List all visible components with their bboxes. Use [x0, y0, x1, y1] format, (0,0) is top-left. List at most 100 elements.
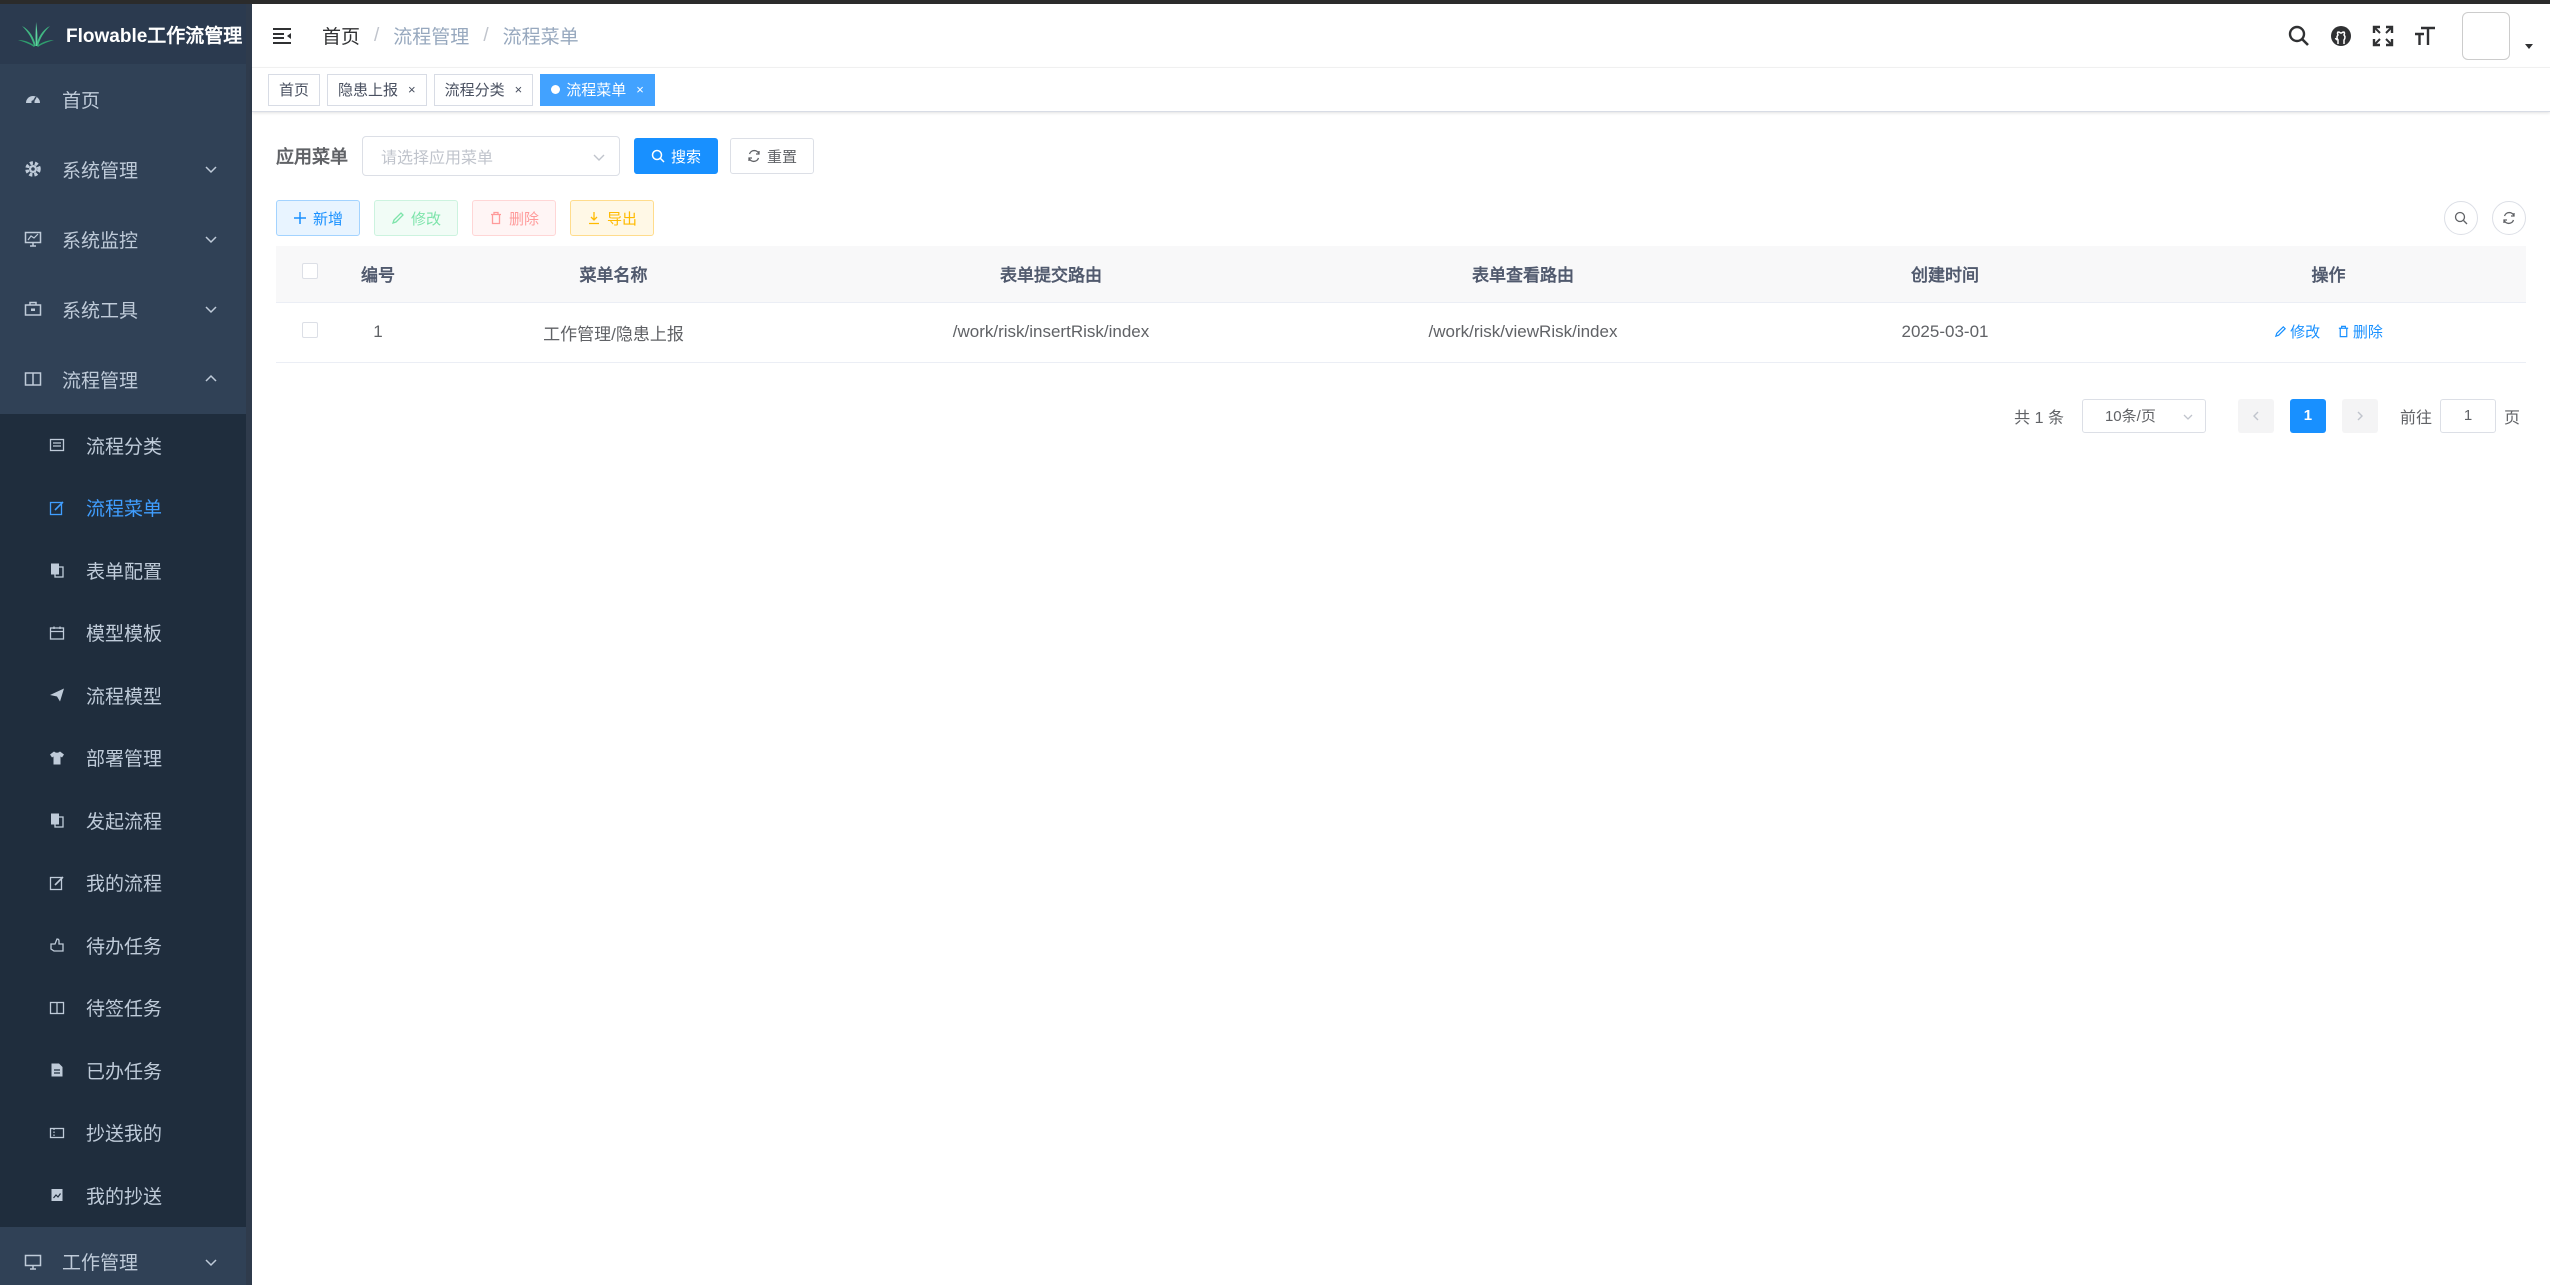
book-icon [48, 999, 66, 1017]
copy-icon [48, 811, 66, 829]
document-icon [48, 1061, 66, 1079]
sidebar: Flowable工作流管理 首页 系统管理 系统监控 系统工具 流程管理 流程分… [0, 4, 246, 1285]
tag-risk-report[interactable]: 隐患上报 × [327, 73, 427, 106]
row-edit-label: 修改 [2290, 324, 2321, 341]
sidebar-item-todo[interactable]: 待办任务 [0, 914, 246, 977]
table-row[interactable]: 1 工作管理/隐患上报 /work/risk/insertRisk/index … [276, 302, 2526, 363]
chevron-down-icon [205, 1258, 217, 1266]
prev-page-button[interactable] [2237, 398, 2274, 433]
sidebar-item-label: 发起流程 [86, 811, 163, 833]
tag-label: 流程分类 [444, 82, 505, 99]
sidebar-item-label: 流程模型 [86, 686, 163, 708]
reset-button-label: 重置 [767, 148, 798, 166]
close-icon[interactable]: × [636, 82, 644, 97]
caret-down-icon[interactable] [2524, 41, 2534, 51]
breadcrumb-home[interactable]: 首页 [322, 22, 360, 49]
sidebar-item-my-process[interactable]: 我的流程 [0, 852, 246, 915]
edit-button[interactable]: 修改 [374, 200, 459, 236]
refresh-button[interactable] [2492, 201, 2526, 235]
sidebar-item-start-process[interactable]: 发起流程 [0, 789, 246, 852]
logo[interactable]: Flowable工作流管理 [0, 4, 246, 64]
column-header: 操作 [2131, 246, 2526, 303]
sidebar-item-label: 系统监控 [62, 230, 139, 252]
table-header-row: 编号 菜单名称 表单提交路由 表单查看路由 创建时间 操作 [276, 246, 2526, 303]
avatar[interactable] [2462, 12, 2510, 60]
sidebar-item-label: 我的抄送 [86, 1186, 163, 1208]
export-button[interactable]: 导出 [570, 200, 655, 236]
reset-button[interactable]: 重置 [730, 138, 815, 174]
font-size-icon[interactable] [2412, 23, 2438, 49]
close-icon[interactable]: × [408, 82, 416, 97]
breadcrumb-workflow: 流程管理 [393, 27, 470, 48]
page-suffix: 页 [2503, 409, 2520, 427]
copy-icon [48, 561, 66, 579]
cell-view-route: /work/risk/viewRisk/index [1287, 302, 1759, 363]
sidebar-item-claim[interactable]: 待签任务 [0, 977, 246, 1040]
add-button[interactable]: 新增 [276, 200, 361, 236]
download-icon [587, 211, 601, 225]
refresh-icon [2503, 211, 2515, 225]
row-delete-label: 删除 [2352, 324, 2383, 341]
tag-label: 隐患上报 [338, 82, 399, 99]
edit-button-label: 修改 [411, 210, 442, 228]
fullscreen-icon[interactable] [2370, 23, 2396, 49]
breadcrumb: 首页 / 流程管理 / 流程菜单 [322, 22, 579, 49]
toolbar: 新增 修改 删除 导出 [276, 200, 2526, 236]
app-title: Flowable工作流管理 [66, 25, 243, 47]
sidebar-item-done[interactable]: 已办任务 [0, 1039, 246, 1102]
column-header: 表单提交路由 [815, 246, 1287, 303]
column-header: 菜单名称 [412, 246, 815, 303]
workflow-submenu: 流程分类 流程菜单 表单配置 模型模板 流程模型 部署管理 发起流程 我的流程 … [0, 414, 246, 1227]
edit-icon [48, 499, 66, 517]
pagination: 共 1 条 10条/页 1 前往 1 页 [276, 398, 2526, 433]
sidebar-item-monitor[interactable]: 系统监控 [0, 204, 246, 274]
close-icon[interactable]: × [515, 82, 523, 97]
page-number-current[interactable]: 1 [2289, 398, 2326, 433]
goto-page-input[interactable]: 1 [2439, 398, 2496, 433]
sidebar-item-form-config[interactable]: 表单配置 [0, 539, 246, 602]
sidebar-item-process-model[interactable]: 流程模型 [0, 664, 246, 727]
delete-button[interactable]: 删除 [472, 200, 557, 236]
next-page-button[interactable] [2341, 398, 2378, 433]
sidebar-item-workflow[interactable]: 流程管理 [0, 344, 246, 414]
select-placeholder: 请选择应用菜单 [381, 150, 494, 167]
select-all-checkbox[interactable] [302, 263, 318, 280]
github-icon[interactable] [2328, 23, 2354, 49]
sidebar-item-label: 工作管理 [62, 1253, 139, 1274]
breadcrumb-separator: / [483, 24, 489, 46]
goto-label: 前往 [2399, 409, 2432, 427]
cell-id: 1 [344, 302, 412, 363]
toolbox-icon [24, 300, 42, 318]
edit-icon [391, 211, 405, 225]
chevron-down-icon [205, 236, 217, 244]
app-menu-select[interactable]: 请选择应用菜单 [362, 136, 620, 176]
search-icon[interactable] [2286, 23, 2312, 49]
sidebar-item-tools[interactable]: 系统工具 [0, 274, 246, 344]
sidebar-item-deploy[interactable]: 部署管理 [0, 727, 246, 790]
sidebar-item-system[interactable]: 系统管理 [0, 134, 246, 204]
sidebar-item-menu[interactable]: 流程菜单 [0, 477, 246, 540]
sidebar-item-label: 抄送我的 [86, 1124, 163, 1146]
page-size-select[interactable]: 10条/页 [2081, 398, 2206, 433]
sidebar-item-model-template[interactable]: 模型模板 [0, 602, 246, 665]
chevron-down-icon [2183, 414, 2193, 420]
sidebar-item-cc-me[interactable]: 抄送我的 [0, 1102, 246, 1165]
sidebar-item-label: 模型模板 [86, 624, 163, 646]
hamburger-icon[interactable] [270, 24, 294, 48]
search-button[interactable]: 搜索 [634, 138, 719, 174]
sidebar-item-label: 表单配置 [86, 561, 163, 583]
tag-home[interactable]: 首页 [268, 73, 321, 106]
tag-menu-active[interactable]: 流程菜单 × [540, 73, 655, 106]
sidebar-item-work[interactable]: 工作管理 [0, 1227, 246, 1285]
sidebar-item-home[interactable]: 首页 [0, 64, 246, 134]
row-edit-link[interactable]: 修改 [2274, 321, 2320, 342]
sidebar-item-category[interactable]: 流程分类 [0, 414, 246, 477]
toggle-search-button[interactable] [2444, 201, 2478, 235]
sidebar-item-my-cc[interactable]: 我的抄送 [0, 1164, 246, 1227]
tag-category[interactable]: 流程分类 × [433, 73, 534, 106]
gear-icon [24, 160, 42, 178]
breadcrumb-separator: / [374, 24, 380, 46]
row-delete-link[interactable]: 删除 [2337, 321, 2383, 342]
sidebar-item-label: 我的流程 [86, 874, 163, 896]
row-checkbox[interactable] [302, 321, 318, 338]
